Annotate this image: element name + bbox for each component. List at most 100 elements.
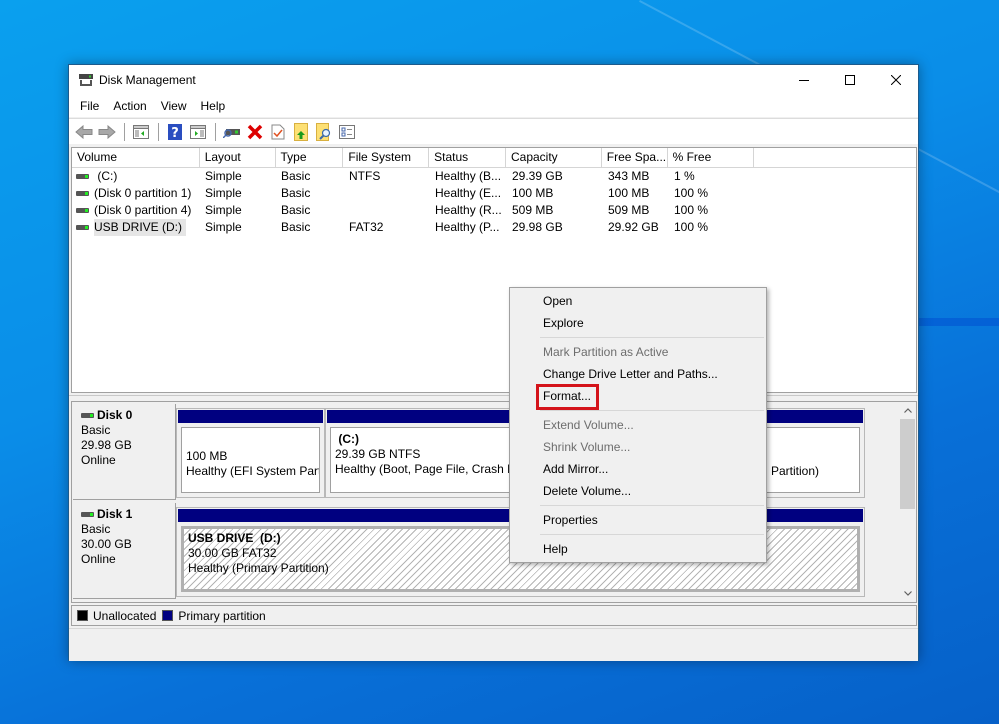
column-header-free-space[interactable]: Free Spa... <box>602 148 668 168</box>
disk-name: Disk 1 <box>81 507 167 522</box>
minimize-button[interactable] <box>781 65 827 95</box>
menu-item-help[interactable]: Help <box>510 538 766 560</box>
menu-item-add-mirror[interactable]: Add Mirror... <box>510 458 766 480</box>
graphical-disk-view: Disk 0 Basic 29.98 GB Online 100 MB Heal… <box>71 401 917 603</box>
toolbar-separator <box>215 122 216 141</box>
maximize-button[interactable] <box>827 65 873 95</box>
menu-item-properties[interactable]: Properties <box>510 509 766 531</box>
partition-bar <box>178 410 323 423</box>
status-cell: Healthy (E... <box>435 186 502 200</box>
volume-cell: USB DRIVE (D:) <box>72 219 200 236</box>
column-header-type[interactable]: Type <box>276 148 344 168</box>
disk-size: 30.00 GB <box>81 537 132 551</box>
column-header-capacity[interactable]: Capacity <box>506 148 602 168</box>
toolbar-separator <box>158 122 159 141</box>
disk-1-label[interactable]: Disk 1 Basic 30.00 GB Online <box>73 503 176 599</box>
drive-icon <box>76 174 89 179</box>
status-cell: Healthy (R... <box>435 203 502 217</box>
disk-management-app-icon <box>79 74 93 86</box>
column-header-layout[interactable]: Layout <box>200 148 276 168</box>
unallocated-swatch <box>77 610 88 621</box>
pane-splitter[interactable] <box>69 395 918 399</box>
properties-check-icon <box>271 124 285 139</box>
settings-list-button[interactable] <box>336 121 358 143</box>
column-header-volume[interactable]: Volume <box>72 148 200 168</box>
menu-help[interactable]: Help <box>194 95 233 117</box>
disk-type: Basic <box>81 522 111 536</box>
table-row-selected[interactable]: USB DRIVE (D:) Simple Basic FAT32 Health… <box>72 219 916 236</box>
menu-item-shrink-volume: Shrink Volume... <box>543 440 631 454</box>
volume-name: (Disk 0 partition 4) <box>94 203 192 217</box>
column-header-file-system[interactable]: File System <box>343 148 430 168</box>
disk-0-label[interactable]: Disk 0 Basic 29.98 GB Online <box>73 404 176 500</box>
forward-button[interactable] <box>96 121 118 143</box>
table-row[interactable]: (C:) Simple Basic NTFS Healthy (B... 29.… <box>72 168 916 185</box>
layout-cell: Simple <box>205 169 242 183</box>
delete-button[interactable] <box>244 121 266 143</box>
disk-state: Online <box>81 552 116 566</box>
close-button[interactable] <box>873 65 919 95</box>
search-folder-button[interactable] <box>313 121 335 143</box>
capacity-cell: 29.98 GB <box>512 220 563 234</box>
table-row[interactable]: (Disk 0 partition 4) Simple Basic Health… <box>72 202 916 219</box>
disk-type: Basic <box>81 423 111 437</box>
window-title: Disk Management <box>99 73 196 87</box>
delete-x-icon <box>247 124 263 139</box>
help-button[interactable]: ? <box>164 121 186 143</box>
percent-free-cell: 100 % <box>674 220 709 234</box>
chevron-up-icon <box>903 408 912 413</box>
drive-icon <box>76 191 89 196</box>
menu-separator <box>540 410 764 411</box>
file-system-cell <box>344 202 430 219</box>
disk-1-row: Disk 1 Basic 30.00 GB Online USB DRIVE (… <box>72 503 900 599</box>
volume-list-header: Volume Layout Type File System Status Ca… <box>72 148 916 168</box>
open-folder-button[interactable] <box>290 121 312 143</box>
status-cell: Healthy (P... <box>435 220 500 234</box>
free-space-cell: 100 MB <box>608 186 650 200</box>
free-space-cell: 509 MB <box>608 203 650 217</box>
drive-icon <box>76 208 89 213</box>
show-hide-console-tree-button[interactable] <box>130 121 152 143</box>
scroll-up-button[interactable] <box>899 402 916 419</box>
disk-0-row: Disk 0 Basic 29.98 GB Online 100 MB Heal… <box>72 404 900 500</box>
folder-search-icon <box>316 122 331 141</box>
file-system-cell: FAT32 <box>349 220 384 234</box>
partition-efi[interactable]: 100 MB Healthy (EFI System Partit <box>176 408 325 498</box>
scroll-down-button[interactable] <box>899 585 916 602</box>
menu-item-change-drive-letter[interactable]: Change Drive Letter and Paths... <box>510 363 766 385</box>
menu-bar: File Action View Help <box>69 95 918 117</box>
partition-size: 100 MB <box>186 449 228 463</box>
maximize-icon <box>845 75 855 85</box>
menu-file[interactable]: File <box>73 95 106 117</box>
percent-free-cell: 1 % <box>674 169 695 183</box>
column-header-empty <box>754 148 916 168</box>
minimize-icon <box>799 80 809 81</box>
connect-drive-button[interactable] <box>221 121 243 143</box>
menu-item-open[interactable]: Open <box>510 290 766 312</box>
disk-name-text: Disk 1 <box>97 507 133 521</box>
back-button[interactable] <box>73 121 95 143</box>
volume-name: (Disk 0 partition 1) <box>94 186 192 200</box>
partition-status: Healthy (Primary Partition) <box>188 561 329 575</box>
forward-arrow-icon <box>98 124 116 139</box>
type-cell: Basic <box>281 203 311 217</box>
free-space-cell: 29.92 GB <box>608 220 659 234</box>
menu-item-delete-volume[interactable]: Delete Volume... <box>510 480 766 502</box>
menu-view[interactable]: View <box>154 95 194 117</box>
folder-up-icon <box>294 122 308 141</box>
table-row[interactable]: (Disk 0 partition 1) Simple Basic Health… <box>72 185 916 202</box>
scrollbar-thumb[interactable] <box>900 419 915 509</box>
properties-button[interactable] <box>267 121 289 143</box>
show-hide-action-pane-button[interactable] <box>187 121 209 143</box>
legend-bar: Unallocated Primary partition <box>71 605 917 626</box>
file-system-cell <box>344 185 430 202</box>
menu-action[interactable]: Action <box>106 95 153 117</box>
menu-item-explore[interactable]: Explore <box>510 312 766 334</box>
drive-icon <box>76 225 89 230</box>
menu-item-extend-volume: Extend Volume... <box>543 418 634 432</box>
vertical-scrollbar[interactable] <box>899 402 916 602</box>
title-bar[interactable]: Disk Management <box>69 65 918 95</box>
primary-partition-swatch <box>162 610 174 621</box>
column-header-percent-free[interactable]: % Free <box>668 148 755 168</box>
column-header-status[interactable]: Status <box>429 148 506 168</box>
